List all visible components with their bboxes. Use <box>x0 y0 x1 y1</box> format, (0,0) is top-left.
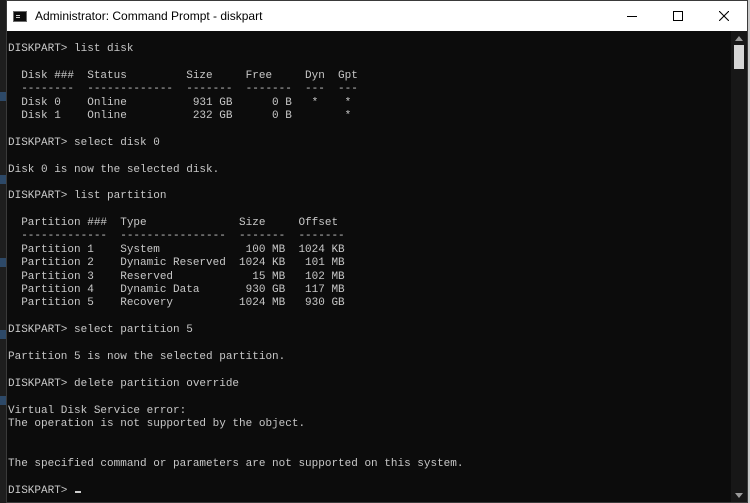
scrollbar-thumb[interactable] <box>734 45 744 69</box>
close-button[interactable] <box>701 1 747 31</box>
window-controls <box>609 1 747 31</box>
terminal-text: DISKPART> list disk Disk ### Status Size… <box>8 43 463 498</box>
chevron-up-icon <box>735 35 743 41</box>
terminal-line: Partition 3 Reserved 15 MB 102 MB <box>8 270 345 283</box>
terminal-line: Partition 4 Dynamic Data 930 GB 117 MB <box>8 284 345 297</box>
terminal-line: DISKPART> select partition 5 <box>8 324 193 337</box>
terminal-line: DISKPART> select disk 0 <box>8 136 160 149</box>
terminal-output[interactable]: DISKPART> list disk Disk ### Status Size… <box>7 31 731 502</box>
maximize-button[interactable] <box>655 1 701 31</box>
window-title: Administrator: Command Prompt - diskpart <box>35 9 263 23</box>
vertical-scrollbar[interactable] <box>731 31 747 502</box>
terminal-line: -------- ------------- ------- ------- -… <box>8 83 358 96</box>
minimize-icon <box>627 16 637 17</box>
terminal-line: Disk 1 Online 232 GB 0 B * <box>8 109 352 122</box>
command-prompt-icon[interactable] <box>13 10 27 22</box>
terminal-line: DISKPART> list disk <box>8 43 134 55</box>
terminal-line: ------------- ---------------- ------- -… <box>8 230 345 243</box>
terminal-line: Disk 0 is now the selected disk. <box>8 163 220 176</box>
text-cursor <box>75 490 82 493</box>
terminal-line: Partition 2 Dynamic Reserved 1024 KB 101… <box>8 257 345 270</box>
terminal-line: Disk ### Status Size Free Dyn Gpt <box>8 69 358 82</box>
scroll-down-button[interactable] <box>731 488 747 502</box>
terminal-line: Disk 0 Online 931 GB 0 B * * <box>8 96 352 109</box>
maximize-icon <box>673 11 683 21</box>
terminal-line: Partition ### Type Size Offset <box>8 217 339 230</box>
terminal-line: Virtual Disk Service error: <box>8 404 187 417</box>
terminal-line: Partition 5 is now the selected partitio… <box>8 350 286 363</box>
terminal-line: The operation is not supported by the ob… <box>8 417 306 430</box>
chevron-down-icon <box>735 492 743 498</box>
scroll-up-button[interactable] <box>731 31 747 45</box>
close-icon <box>719 11 729 21</box>
terminal-line: DISKPART> delete partition override <box>8 377 240 390</box>
command-prompt-window: Administrator: Command Prompt - diskpart… <box>6 0 748 503</box>
terminal-line: DISKPART> list partition <box>8 190 167 203</box>
terminal-line: The specified command or parameters are … <box>8 458 464 471</box>
minimize-button[interactable] <box>609 1 655 31</box>
title-bar[interactable]: Administrator: Command Prompt - diskpart <box>7 1 747 31</box>
terminal-line: Partition 1 System 100 MB 1024 KB <box>8 243 345 256</box>
terminal-line: DISKPART> <box>8 485 463 498</box>
terminal-line: Partition 5 Recovery 1024 MB 930 GB <box>8 297 345 310</box>
